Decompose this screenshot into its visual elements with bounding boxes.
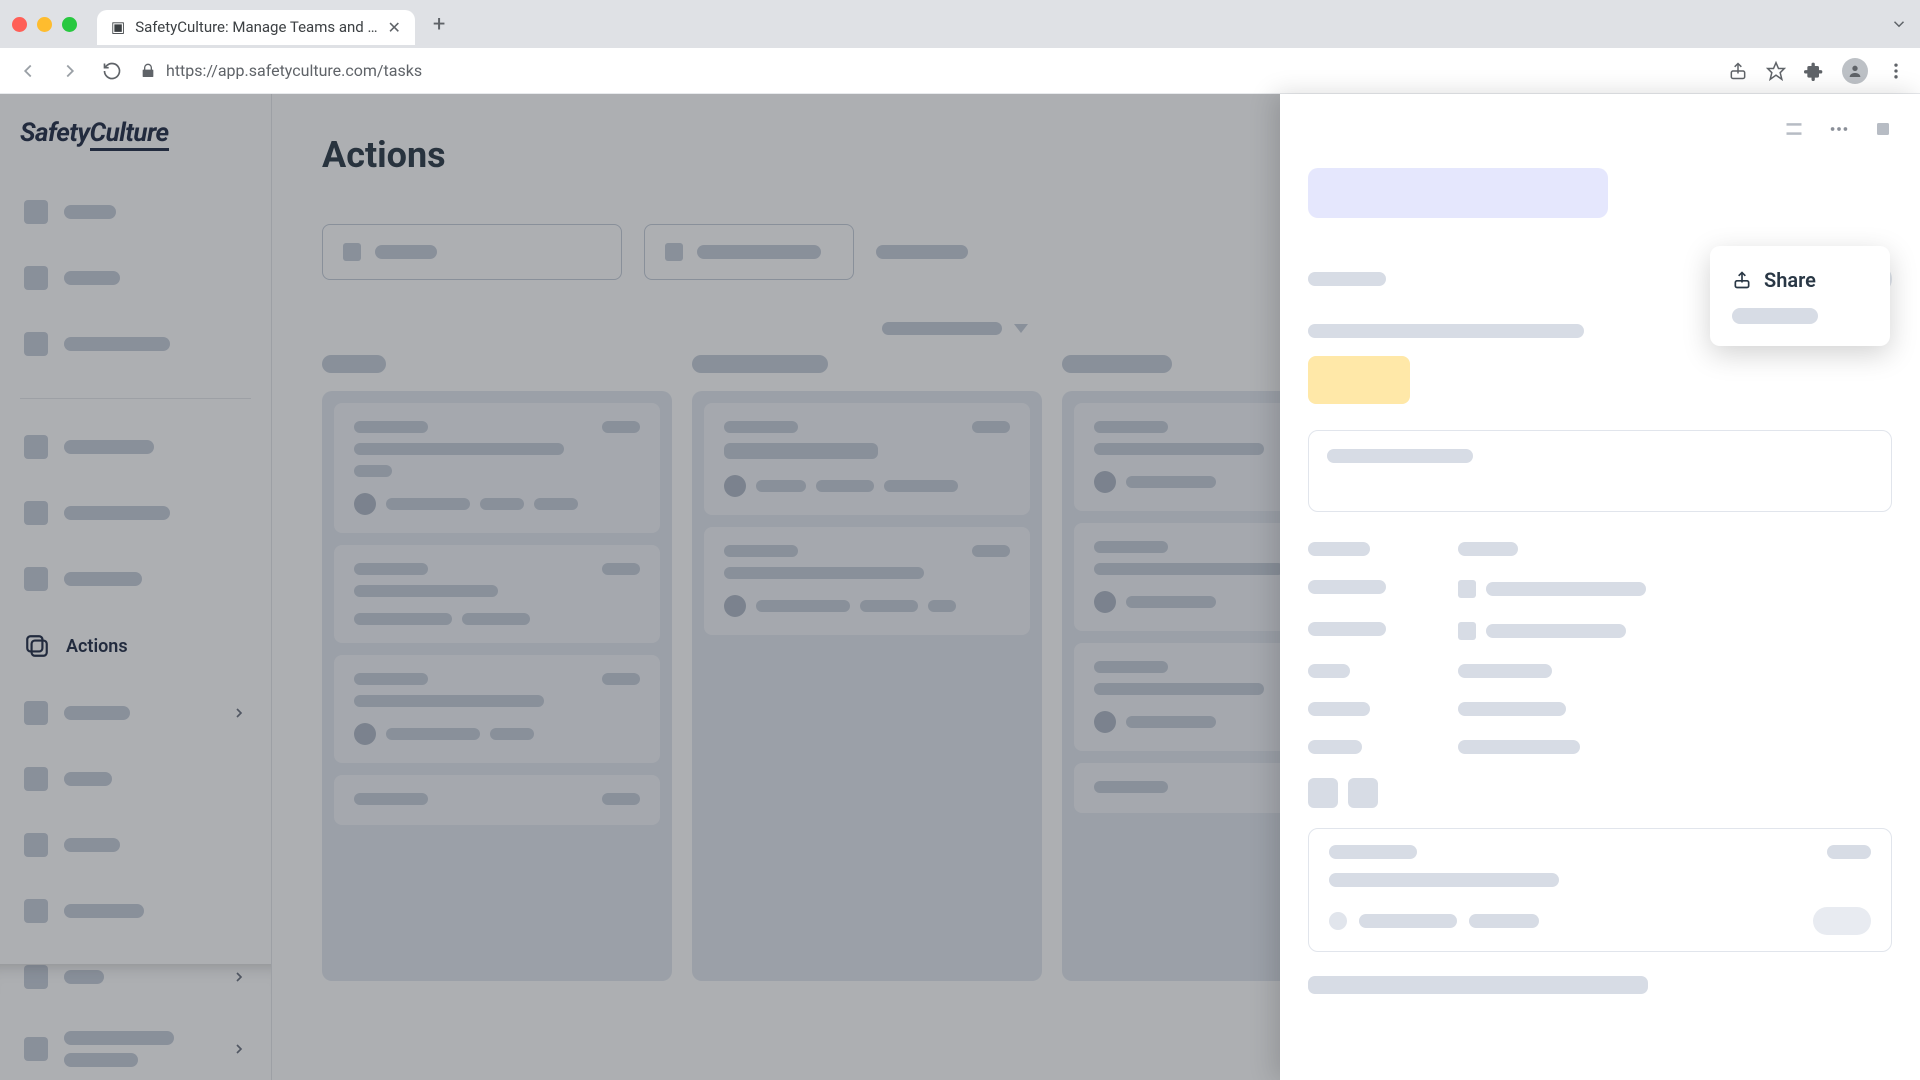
share-menu-item[interactable]: [1728, 300, 1872, 332]
detail-subtitle: [1308, 324, 1584, 338]
description-box[interactable]: [1308, 430, 1892, 512]
star-icon[interactable]: [1766, 61, 1786, 81]
window-controls: [12, 17, 77, 32]
detail-toolbar: [1308, 118, 1892, 140]
meta-label: [1308, 740, 1362, 754]
menu-item-label: [1732, 308, 1818, 324]
meta-value: [1486, 582, 1646, 596]
tab-favicon: ▣: [111, 18, 125, 36]
reload-button[interactable]: [98, 57, 126, 85]
meta-value: [1458, 702, 1566, 716]
priority-badge[interactable]: [1308, 356, 1410, 404]
meta-label: [1308, 664, 1350, 678]
profile-avatar[interactable]: [1842, 58, 1868, 84]
meta-label: [1308, 622, 1386, 636]
lock-icon: [140, 63, 156, 79]
back-button[interactable]: [14, 57, 42, 85]
collapse-icon[interactable]: [1784, 119, 1804, 139]
tab-overflow-icon[interactable]: [1890, 15, 1908, 33]
meta-value: [1458, 542, 1518, 556]
detail-panel: [1280, 94, 1920, 1080]
detail-footer-text: [1308, 976, 1648, 994]
browser-tab[interactable]: ▣ SafetyCulture: Manage Teams and … ✕: [97, 10, 415, 45]
comment-card: [1308, 828, 1892, 952]
status-label: [1308, 272, 1386, 286]
tab-button[interactable]: [1348, 778, 1378, 808]
browser-tab-strip: ▣ SafetyCulture: Manage Teams and … ✕ +: [0, 0, 1920, 48]
tab-button[interactable]: [1308, 778, 1338, 808]
tab-title: SafetyCulture: Manage Teams and …: [135, 18, 377, 36]
meta-icon: [1458, 580, 1476, 598]
extensions-icon[interactable]: [1804, 61, 1824, 81]
close-tab-icon[interactable]: ✕: [387, 18, 400, 37]
share-label: Share: [1764, 268, 1816, 292]
minimize-window-button[interactable]: [37, 17, 52, 32]
comment-time: [1827, 845, 1871, 859]
kebab-menu-icon[interactable]: [1886, 61, 1906, 81]
maximize-window-button[interactable]: [62, 17, 77, 32]
description-text: [1327, 449, 1473, 463]
address-bar[interactable]: https://app.safetyculture.com/tasks: [140, 61, 1714, 80]
share-menu-item[interactable]: Share: [1728, 260, 1872, 300]
comment-avatar: [1329, 912, 1347, 930]
url-text: https://app.safetyculture.com/tasks: [166, 61, 422, 80]
browser-toolbar: https://app.safetyculture.com/tasks: [0, 48, 1920, 94]
browser-actions: [1728, 58, 1906, 84]
meta-label: [1308, 702, 1370, 716]
close-window-button[interactable]: [12, 17, 27, 32]
reply-button[interactable]: [1813, 907, 1871, 935]
meta-label: [1308, 580, 1386, 594]
more-options-icon[interactable]: [1828, 118, 1850, 140]
comment-meta: [1359, 914, 1457, 928]
meta-value: [1458, 664, 1552, 678]
meta-value: [1486, 624, 1626, 638]
new-tab-button[interactable]: +: [433, 12, 445, 37]
detail-metadata: [1308, 542, 1892, 754]
close-panel-icon[interactable]: [1874, 120, 1892, 138]
detail-title: [1308, 168, 1608, 218]
meta-icon: [1458, 622, 1476, 640]
meta-value: [1458, 740, 1580, 754]
share-icon[interactable]: [1728, 61, 1748, 81]
meta-label: [1308, 542, 1370, 556]
modal-backdrop[interactable]: [0, 94, 1280, 1080]
share-icon: [1732, 270, 1752, 290]
comment-author: [1329, 845, 1417, 859]
forward-button[interactable]: [56, 57, 84, 85]
comment-meta: [1469, 914, 1539, 928]
comment-text: [1329, 873, 1559, 887]
detail-tabs: [1308, 778, 1892, 808]
share-popover: Share: [1710, 246, 1890, 346]
app-root: SafetyCulture Actions Actions: [0, 94, 1920, 1080]
